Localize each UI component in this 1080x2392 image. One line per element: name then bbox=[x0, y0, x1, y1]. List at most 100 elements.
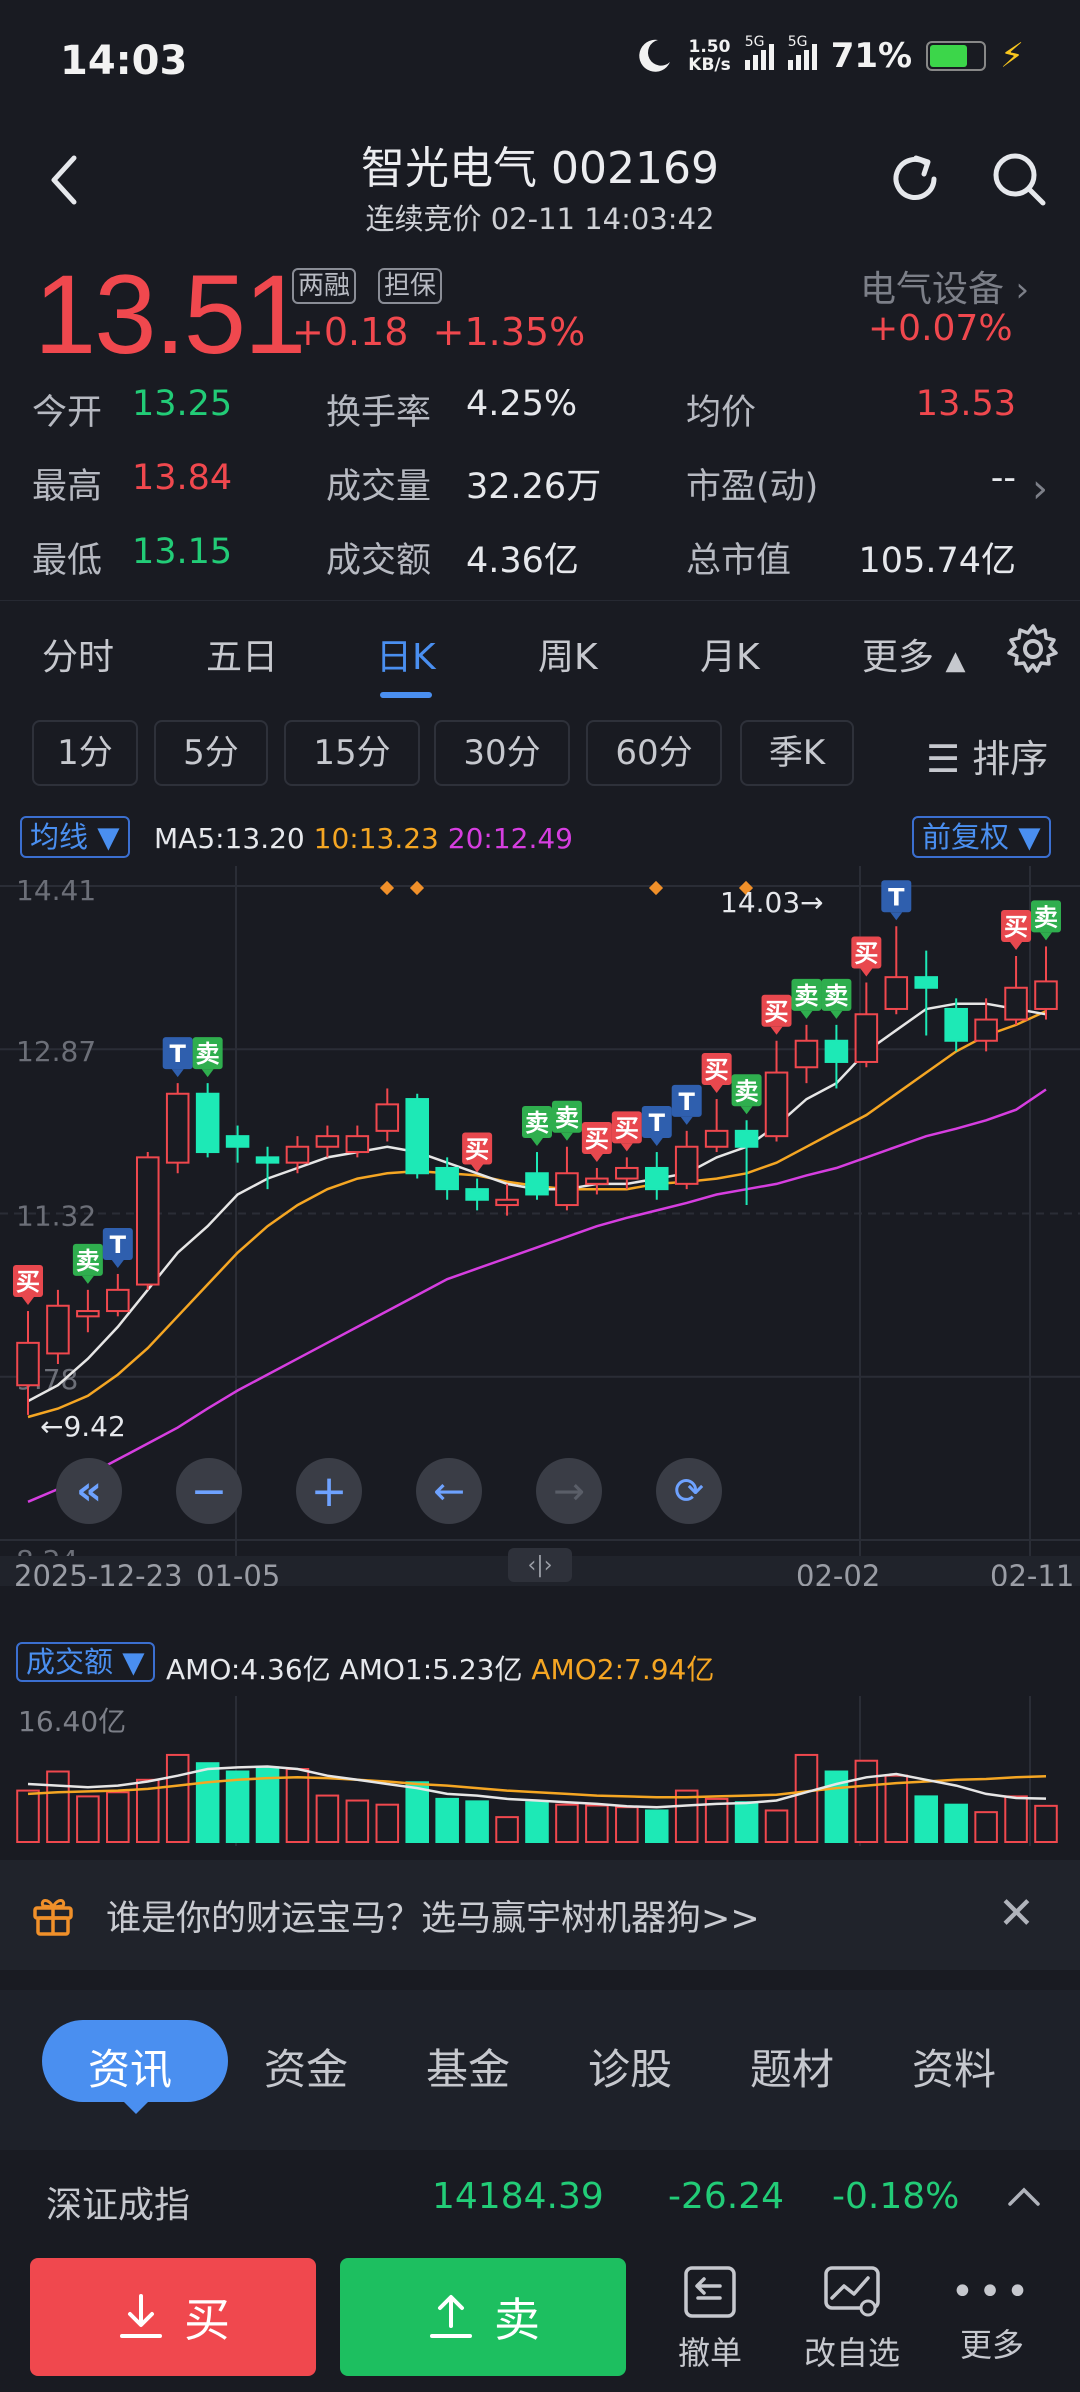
chevron-up-icon[interactable] bbox=[1006, 2184, 1042, 2208]
event-dot bbox=[379, 880, 395, 896]
rotate-screen-button[interactable]: ⟳ bbox=[656, 1458, 722, 1524]
candle-body bbox=[555, 1172, 579, 1207]
status-time: 14:03 bbox=[60, 38, 188, 84]
amount-bar bbox=[165, 1753, 190, 1844]
signal-marker-tip bbox=[1010, 941, 1023, 950]
signal-marker-tip bbox=[740, 1106, 753, 1115]
battery-icon bbox=[926, 41, 987, 71]
signal-marker-tip bbox=[171, 1069, 184, 1078]
tab-fund-holdings[interactable]: 基金 bbox=[426, 2036, 510, 2097]
amount-bar bbox=[315, 1794, 340, 1843]
amount-toggle[interactable]: 成交额 ▼ bbox=[16, 1642, 155, 1682]
stat-value: 4.36亿 bbox=[466, 541, 579, 581]
buy-button[interactable]: 买 bbox=[30, 2258, 316, 2376]
btn-60min[interactable]: 60分 bbox=[586, 720, 722, 786]
tab-monthly-k[interactable]: 月K bbox=[700, 628, 760, 680]
low-price-label: ←9.42 bbox=[40, 1410, 126, 1443]
ma-toggle[interactable]: 均线 ▼ bbox=[20, 816, 130, 858]
signal-marker-label: 卖 bbox=[794, 982, 818, 1010]
amount-bar bbox=[375, 1803, 400, 1844]
tab-themes[interactable]: 题材 bbox=[750, 2036, 834, 2097]
signal-marker-label: 卖 bbox=[1034, 903, 1058, 931]
pan-right-button[interactable]: → bbox=[536, 1458, 602, 1524]
zoom-out-far-button[interactable]: « bbox=[56, 1458, 122, 1524]
signal-marker-tip bbox=[22, 1297, 34, 1306]
signal-marker-label: 买 bbox=[765, 998, 789, 1026]
candle-body bbox=[465, 1188, 489, 1201]
amount-bar bbox=[914, 1795, 939, 1843]
amount-bar bbox=[974, 1811, 998, 1843]
candle-body bbox=[16, 1341, 40, 1387]
download-arrow-icon bbox=[120, 2294, 162, 2338]
cancel-order-button[interactable]: 撤单 bbox=[650, 2264, 770, 2374]
signal-marker-tip bbox=[890, 912, 903, 921]
refresh-icon[interactable] bbox=[886, 150, 944, 208]
signal-marker-tip bbox=[81, 1275, 94, 1284]
candle-body bbox=[315, 1135, 340, 1148]
signal-marker-label: T bbox=[110, 1231, 127, 1259]
candle-body bbox=[1004, 986, 1028, 1021]
more-button[interactable]: ••• 更多 bbox=[932, 2264, 1052, 2366]
signal-marker-label: 卖 bbox=[824, 982, 848, 1010]
settings-gear-icon[interactable] bbox=[1006, 622, 1060, 676]
amount-bar bbox=[405, 1781, 430, 1844]
signal-marker-tip bbox=[1040, 932, 1052, 941]
tab-news[interactable]: 资讯 bbox=[88, 2036, 172, 2097]
x-tick-label: 02-11 bbox=[990, 1559, 1074, 1586]
tab-daily-k[interactable]: 日K bbox=[376, 628, 436, 680]
tab-profile[interactable]: 资料 bbox=[912, 2036, 996, 2097]
amount-bar bbox=[794, 1753, 819, 1844]
amount-bar bbox=[495, 1816, 519, 1843]
candle-body bbox=[495, 1198, 519, 1207]
stat-label: 总市值 bbox=[686, 541, 792, 581]
scroll-handle-icon: ‹|› bbox=[527, 1553, 552, 1578]
chevron-right-icon[interactable]: › bbox=[1032, 466, 1048, 512]
tab-diagnosis[interactable]: 诊股 bbox=[588, 2036, 672, 2097]
amount-bar bbox=[944, 1803, 968, 1844]
tab-intraday[interactable]: 分时 bbox=[42, 628, 114, 680]
search-icon[interactable] bbox=[990, 150, 1048, 208]
signal-marker-label: T bbox=[170, 1040, 187, 1068]
amount-bar bbox=[435, 1797, 459, 1844]
signal-marker-tip bbox=[111, 1259, 124, 1268]
net-speed: 1.50 KB/s bbox=[688, 37, 731, 75]
margin-tag: 两融 bbox=[292, 268, 357, 304]
index-change-pct: -0.18% bbox=[832, 2176, 960, 2217]
edit-watchlist-button[interactable]: 改自选 bbox=[792, 2264, 912, 2374]
upload-arrow-icon bbox=[430, 2295, 472, 2338]
sector-link[interactable]: 电气设备 › bbox=[860, 260, 1029, 312]
candle-body bbox=[914, 976, 939, 989]
sell-button[interactable]: 卖 bbox=[340, 2258, 626, 2376]
btn-5min[interactable]: 5分 bbox=[154, 720, 268, 786]
gift-icon bbox=[33, 1899, 73, 1936]
signal-marker-label: 卖 bbox=[196, 1040, 220, 1068]
tab-more[interactable]: 更多 ▲ bbox=[862, 628, 965, 680]
watchlist-chart-icon bbox=[824, 2266, 880, 2317]
cancel-order-icon bbox=[684, 2266, 736, 2318]
arrow-left-icon: ← bbox=[433, 1469, 465, 1513]
event-dot bbox=[409, 880, 425, 896]
tab-funds[interactable]: 资金 bbox=[264, 2036, 348, 2097]
btn-quarter-k[interactable]: 季K bbox=[740, 720, 854, 786]
tab-weekly-k[interactable]: 周K bbox=[538, 628, 598, 680]
tab-five-day[interactable]: 五日 bbox=[206, 628, 278, 680]
zoom-out-button[interactable]: − bbox=[176, 1458, 242, 1524]
moon-icon bbox=[639, 39, 671, 72]
btn-15min[interactable]: 15分 bbox=[284, 720, 420, 786]
sort-button[interactable]: ☰ 排序 bbox=[926, 728, 1048, 783]
promo-text[interactable]: 谁是你的财运宝马？选马赢宇树机器狗>> bbox=[106, 1890, 760, 1941]
signal-marker-label: 买 bbox=[16, 1268, 40, 1296]
candle-body bbox=[255, 1156, 280, 1164]
btn-1min[interactable]: 1分 bbox=[32, 720, 138, 786]
zoom-in-button[interactable]: + bbox=[296, 1458, 362, 1524]
close-icon[interactable]: ✕ bbox=[998, 1888, 1035, 1939]
pan-left-button[interactable]: ← bbox=[416, 1458, 482, 1524]
double-chevron-left-icon: « bbox=[76, 1468, 102, 1514]
candle-body bbox=[854, 1013, 879, 1063]
adjust-toggle[interactable]: 前复权 ▼ bbox=[912, 816, 1051, 858]
btn-30min[interactable]: 30分 bbox=[434, 720, 570, 786]
index-name: 深证成指 bbox=[46, 2185, 191, 2226]
candle-body bbox=[135, 1156, 160, 1286]
stat-value: 13.25 bbox=[132, 384, 233, 424]
signal-marker-tip bbox=[770, 1026, 783, 1035]
